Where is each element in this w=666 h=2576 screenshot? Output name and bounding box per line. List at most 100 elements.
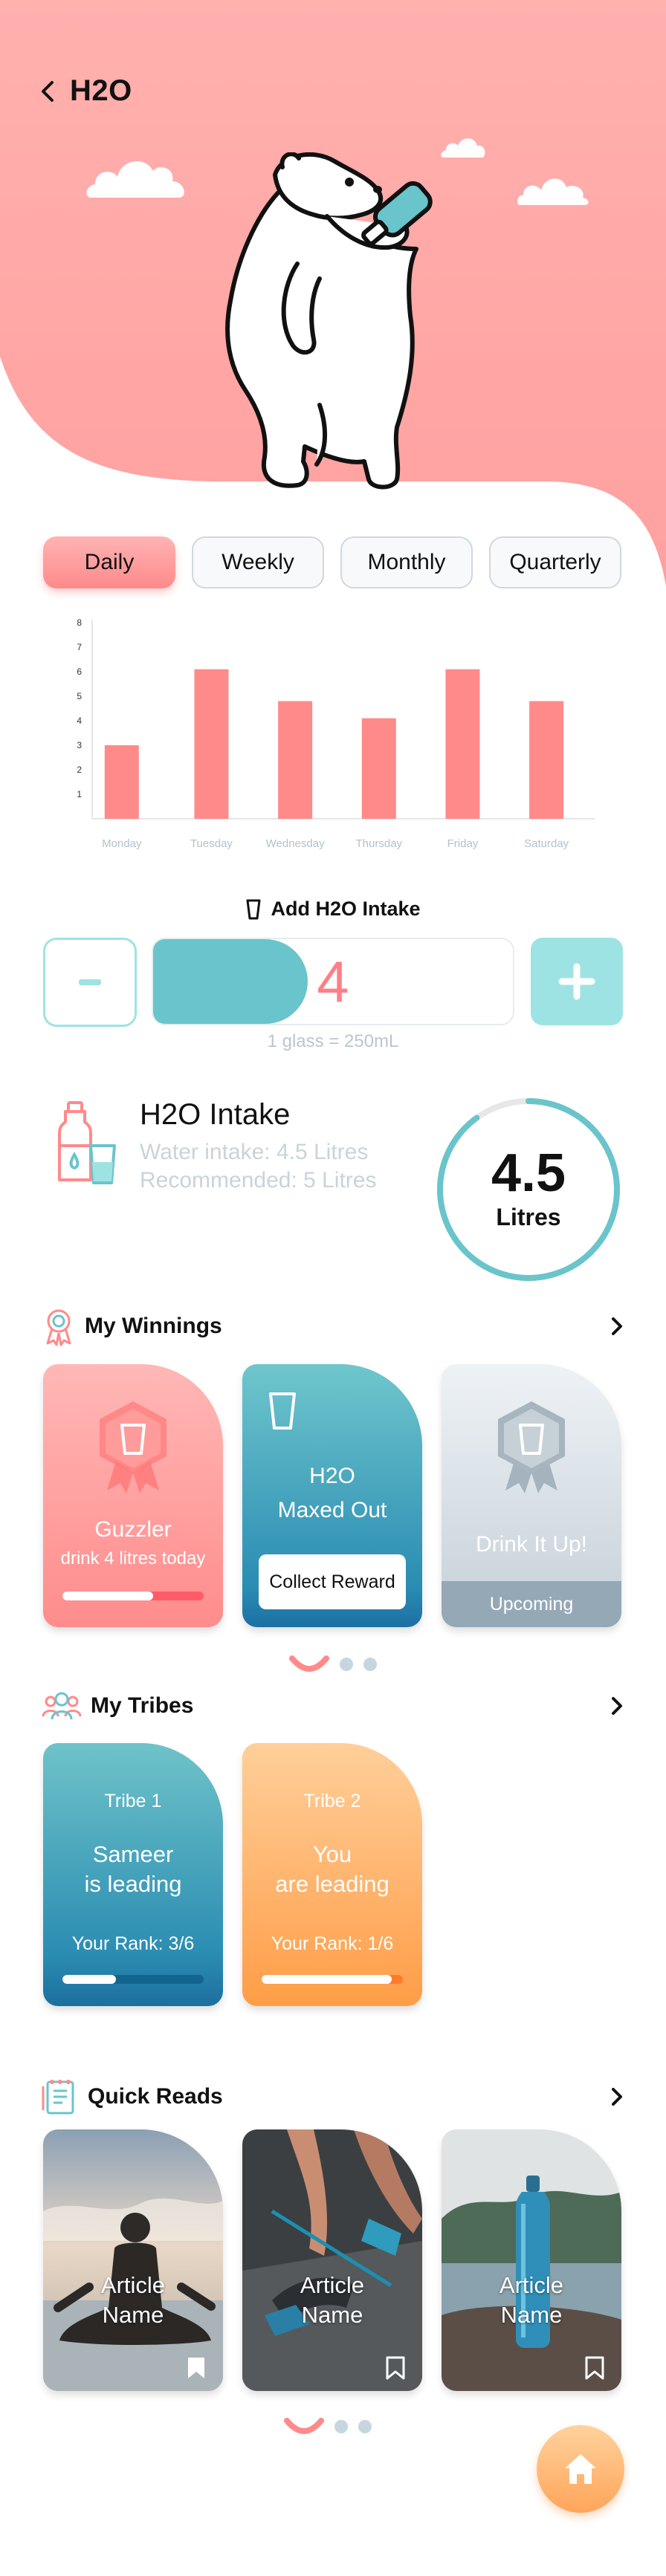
tribe-card-1[interactable]: Tribe 1 Sameer is leading Your Rank: 3/6 [43,1743,223,2006]
tribe-leader-line1: Sameer [92,1841,174,1867]
winning-card-maxed-out[interactable]: H2O Maxed Out Collect Reward [242,1364,422,1627]
y-tick-label: 8 [77,617,82,628]
bar-tuesday [194,669,229,819]
bookmark-icon[interactable] [584,2355,605,2381]
page-title: H2O [70,74,132,107]
article-name-line1: Article [100,2272,166,2298]
group-icon [42,1692,82,1720]
glass-note: 1 glass = 250mL [267,1031,399,1051]
cloud-icon [517,178,589,205]
home-icon [565,2454,596,2484]
minus-icon [79,979,101,985]
article-name-line1: Article [499,2272,564,2298]
plus-icon [558,963,595,1000]
bar-saturday [529,701,564,819]
back-button[interactable]: H2O [39,74,132,108]
decrease-button[interactable] [43,938,137,1027]
bar-friday [445,669,480,819]
tab-quarterly[interactable]: Quarterly [489,536,621,588]
tribe-progress [262,1975,403,1984]
pagination-active-indicator[interactable] [289,1654,329,1675]
tribe-progress [62,1975,204,1984]
bear-illustration [225,152,433,490]
winnings-pagination [0,1654,666,1675]
recommended-text: Recommended: 5 Litres [140,1168,377,1193]
chevron-right-icon[interactable] [610,2086,624,2107]
article-name-line1: Article [300,2272,365,2298]
tribes-header: My Tribes [42,1691,624,1721]
cup-icon [269,1392,296,1430]
award-icon [46,1309,71,1346]
pagination-dot[interactable] [334,2420,348,2433]
tribe-name: Tribe 1 [104,1791,162,1811]
badge-icon [100,1401,166,1493]
bar-monday [104,745,139,819]
winning-card-guzzler[interactable]: Guzzler drink 4 litres today [43,1364,223,1627]
badge-progress-fill [62,1592,153,1600]
quick-reads-title: Quick Reads [88,2084,223,2109]
y-tick-label: 5 [77,691,82,701]
winning-card-drink-it-up[interactable]: Drink It Up! Upcoming [442,1364,621,1627]
x-tick-label: Wednesday [266,837,325,850]
intake-slider[interactable]: 4 [152,938,514,1025]
tribe-progress-fill [262,1975,392,1984]
tribe-card-2[interactable]: Tribe 2 You are leading Your Rank: 1/6 [242,1743,422,2006]
y-tick-label: 6 [77,666,82,677]
chevron-left-icon [42,80,54,102]
x-tick-label: Tuesday [190,837,233,850]
bookmark-icon[interactable] [385,2355,406,2381]
pagination-dot[interactable] [358,2420,372,2433]
y-tick-label: 4 [77,716,82,726]
tribes-title: My Tribes [91,1693,194,1718]
tab-daily[interactable]: Daily [43,536,175,588]
winnings-header: My Winnings [42,1306,624,1346]
tribe-name: Tribe 2 [303,1791,361,1811]
pagination-active-indicator[interactable] [284,2416,324,2437]
increase-button[interactable] [531,938,623,1025]
tribe-progress-fill [62,1975,117,1984]
chart-canvas: 1 2 3 4 5 6 7 8 Monday Tuesday Wednesday Thursday Fr… [77,617,595,850]
quick-reads-header: Quick Reads [42,2077,624,2116]
pagination-dot[interactable] [363,1658,377,1671]
runners-photo [242,2129,422,2391]
hero-header: H2O [0,0,666,594]
intake-bar-chart: 1 2 3 4 5 6 7 8 Monday Tuesday Wednesday Thursday Fr… [45,617,624,862]
tab-weekly[interactable]: Weekly [192,536,324,588]
chevron-right-icon[interactable] [610,1696,624,1716]
article-name: Article Name [242,2271,422,2330]
tribe-leader-line2: is leading [84,1871,182,1897]
x-tick-label: Friday [447,837,479,850]
tribe-leader-line2: are leading [275,1871,389,1897]
glass-count: 4 [317,949,349,1014]
x-tick-label: Saturday [524,837,569,850]
article-name-line2: Name [301,2302,363,2328]
winnings-title: My Winnings [85,1314,222,1338]
cup-icon [246,899,261,919]
chevron-right-icon[interactable] [610,1316,624,1337]
card-line2: Maxed Out [277,1498,387,1522]
article-card-2[interactable]: Article Name [242,2129,422,2391]
x-tick-label: Thursday [356,837,403,850]
article-card-3[interactable]: Article Name [442,2129,621,2391]
article-name-line2: Name [500,2302,563,2328]
notes-icon [42,2080,74,2115]
article-card-1[interactable]: Article Name [43,2129,223,2391]
y-tick-label: 1 [77,789,82,799]
badge-progress [62,1592,204,1600]
article-name: Article Name [43,2271,223,2330]
meditation-photo [43,2129,223,2391]
tribe-rank: Your Rank: 3/6 [71,1933,195,1954]
collect-reward-button[interactable]: Collect Reward [259,1554,406,1609]
bottle-glass-icon [58,1101,116,1184]
badge-description: drink 4 litres today [60,1548,206,1568]
tab-monthly[interactable]: Monthly [340,536,473,588]
bookmark-icon[interactable] [186,2355,207,2381]
water-intake-text: Water intake: 4.5 Litres [140,1140,369,1164]
bottle-lake-photo [442,2129,621,2391]
pagination-dot[interactable] [340,1658,353,1671]
card-line1: H2O [309,1464,355,1488]
bar-wednesday [278,701,313,819]
article-name: Article Name [442,2271,621,2330]
app-screen: H2O Daily Weekly Monthly Quarterly 1 2 3… [0,0,666,2576]
home-button[interactable] [537,2425,624,2513]
